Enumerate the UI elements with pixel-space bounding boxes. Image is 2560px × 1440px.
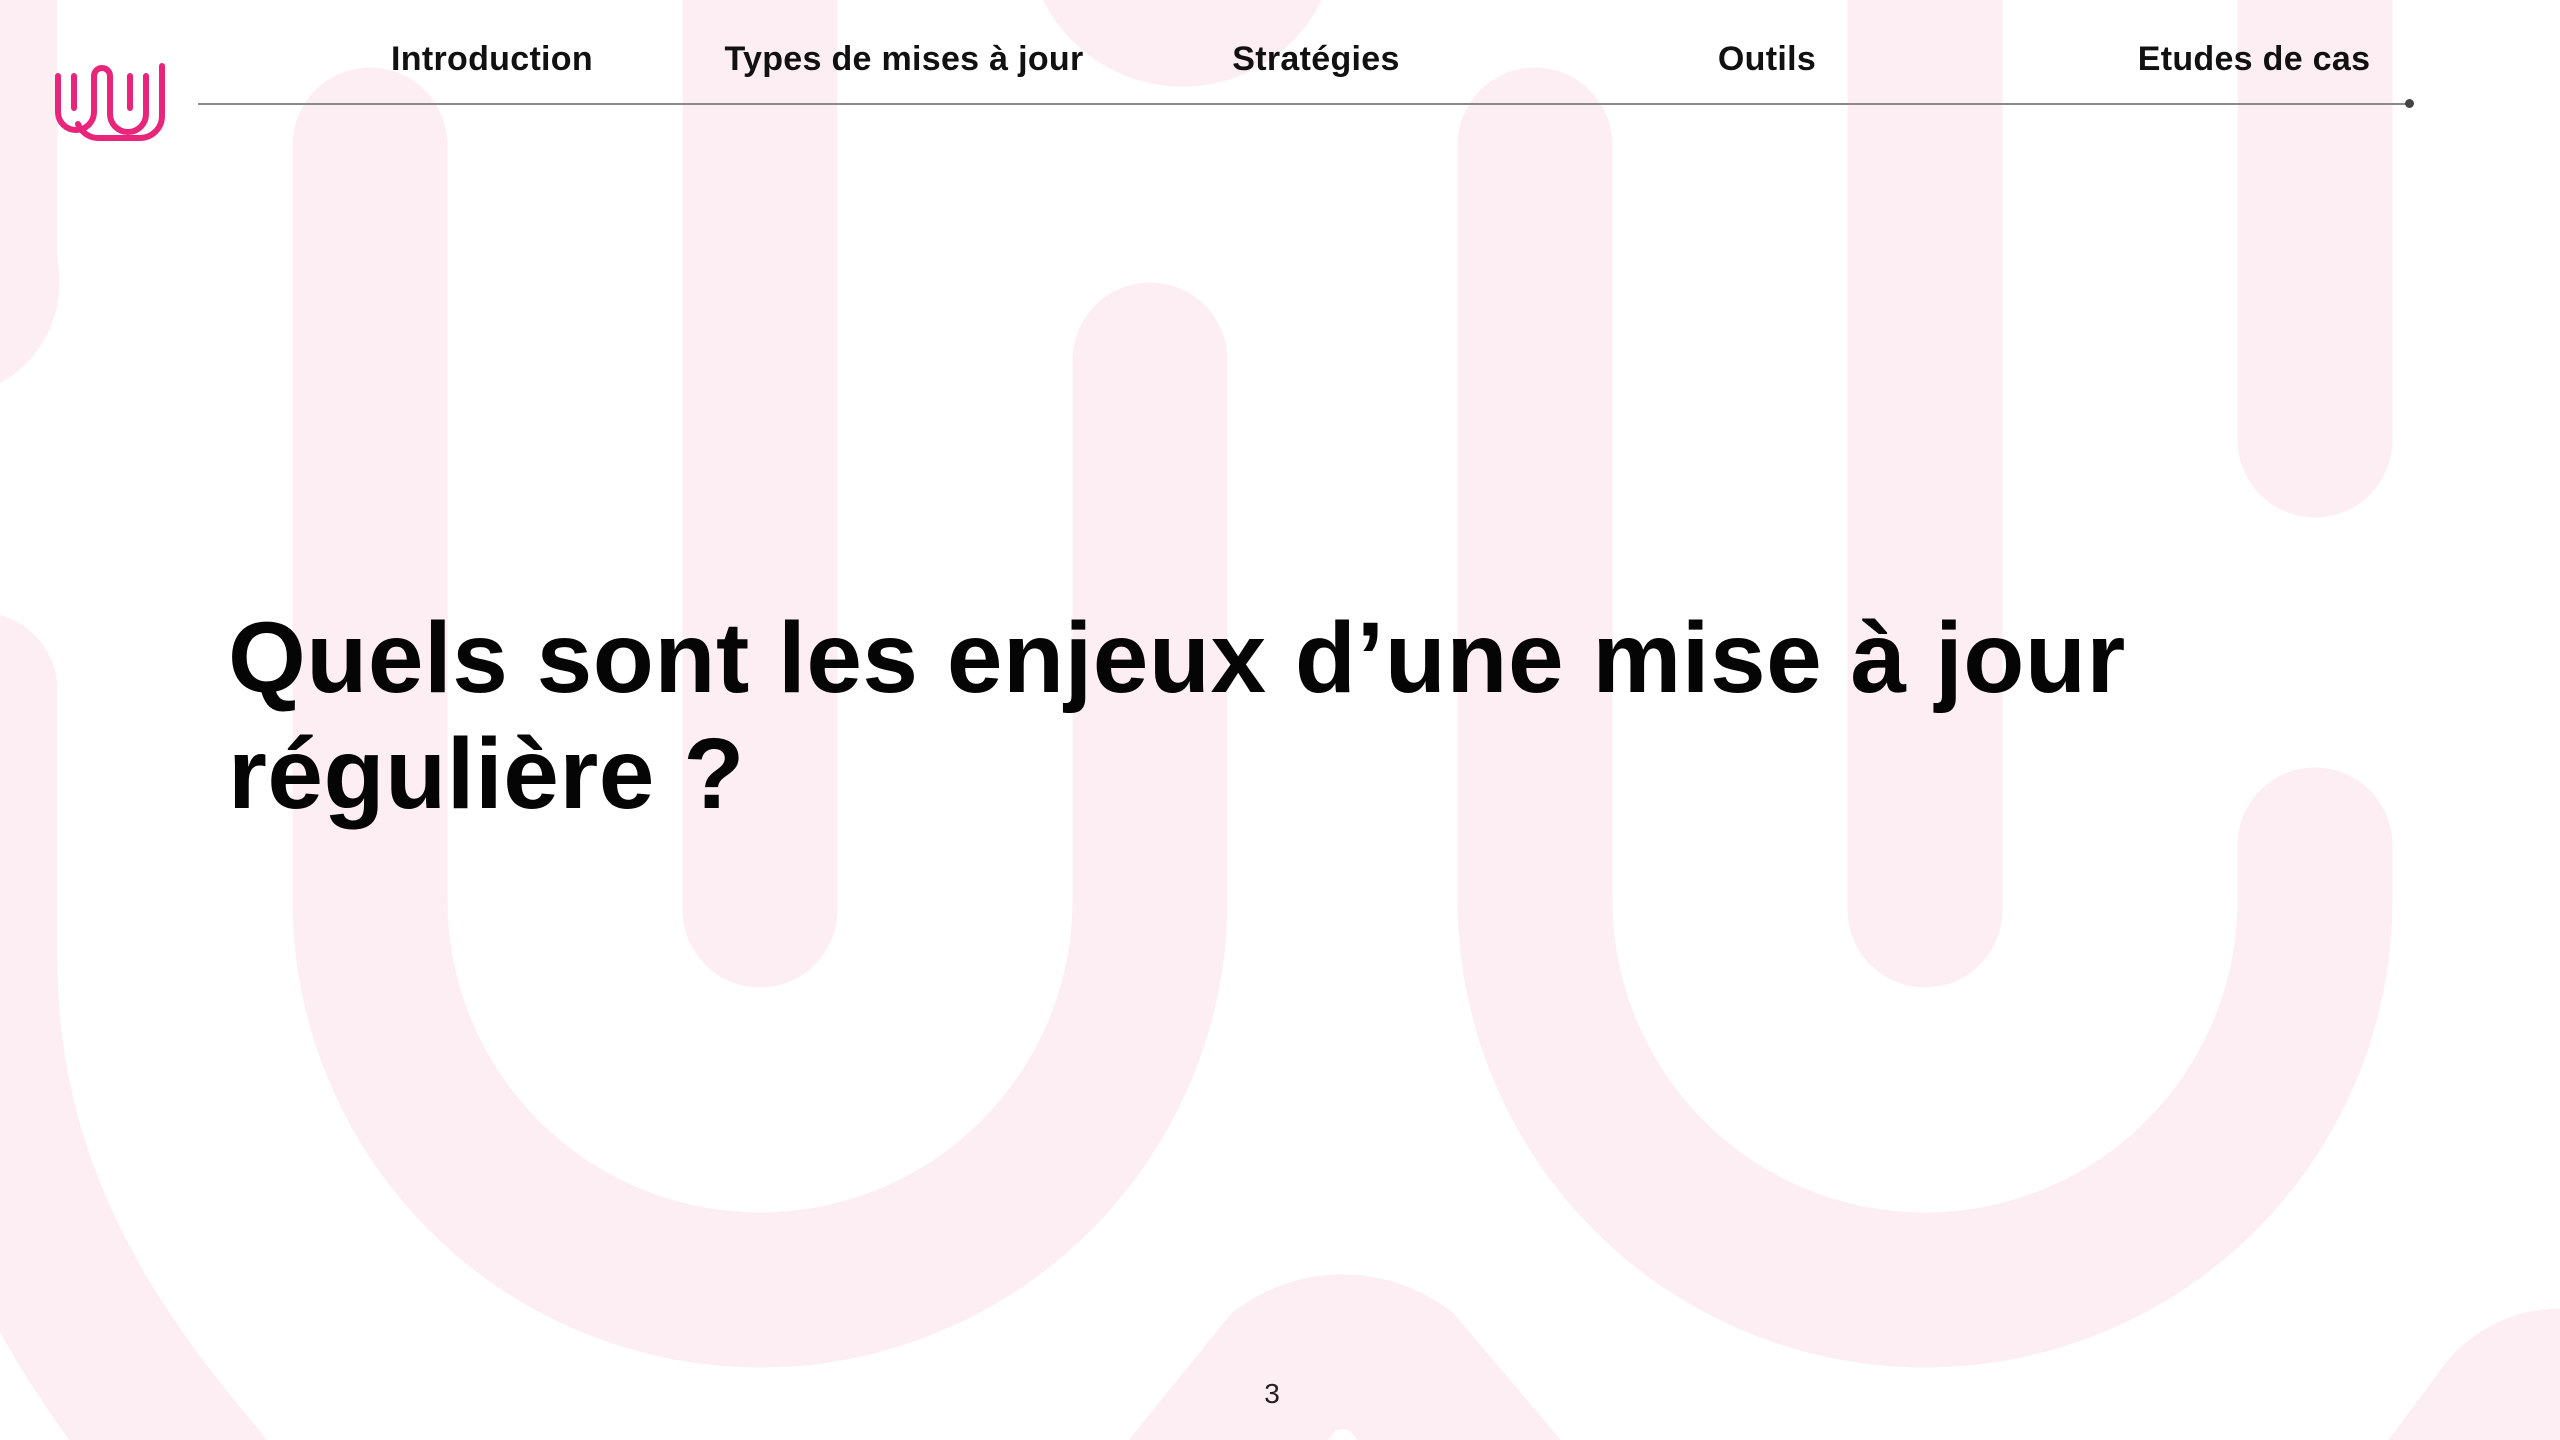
nav-item-types-de-mises-a-jour[interactable]: Types de mises à jour: [724, 40, 1083, 79]
nav-item-introduction[interactable]: Introduction: [391, 40, 593, 79]
top-navigation: Introduction Types de mises à jour Strat…: [0, 0, 2560, 110]
nav-item-strategies[interactable]: Stratégies: [1232, 40, 1399, 79]
slide-title-line-1: Quels sont les enjeux d’une mise à jour: [228, 602, 2126, 714]
nav-progress-dot: [2405, 99, 2414, 108]
slide: Introduction Types de mises à jour Strat…: [0, 0, 2560, 1440]
slide-title: Quels sont les enjeux d’une mise à jour …: [228, 600, 2328, 832]
page-number: 3: [1264, 1378, 1280, 1409]
slide-title-line-2: régulière ?: [228, 718, 745, 830]
nav-divider-line: [198, 103, 2410, 105]
nav-item-etudes-de-cas[interactable]: Etudes de cas: [2138, 40, 2371, 79]
nav-item-outils[interactable]: Outils: [1718, 40, 1816, 79]
